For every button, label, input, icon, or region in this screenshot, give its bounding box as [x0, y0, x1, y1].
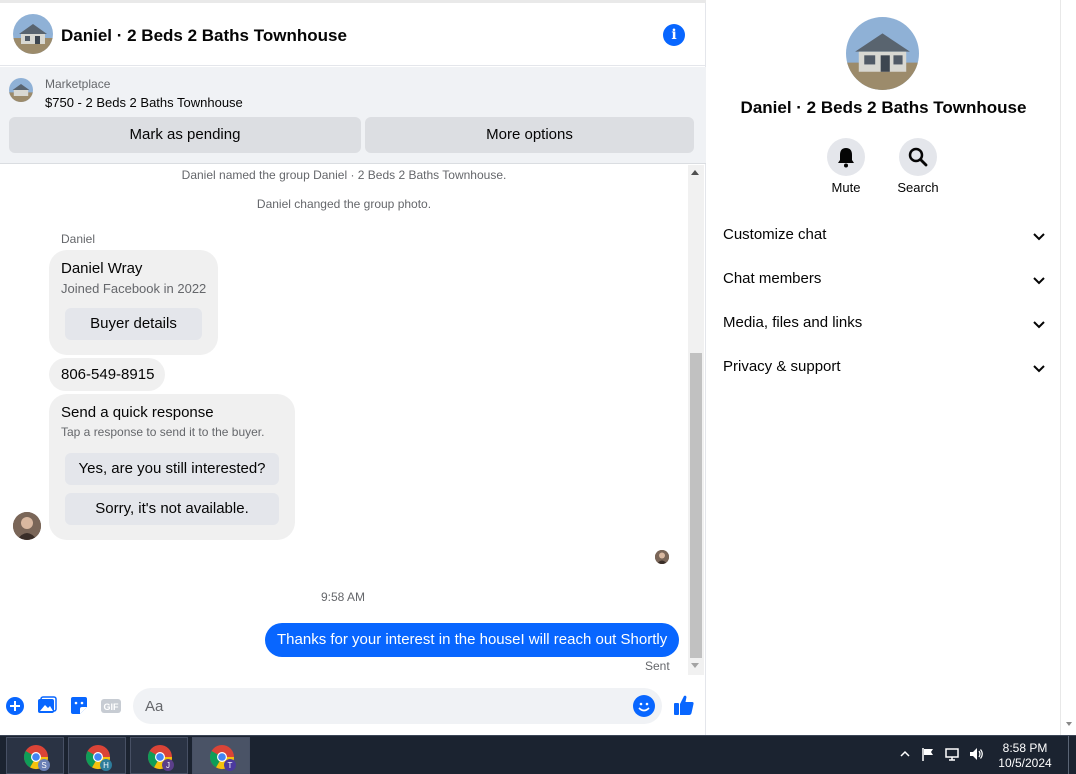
- message-list: Daniel named the group Daniel · 2 Beds 2…: [0, 165, 688, 675]
- marketplace-label: Marketplace: [45, 77, 111, 91]
- scroll-thumb[interactable]: [690, 353, 702, 658]
- taskbar-chrome-profile[interactable]: J: [130, 737, 188, 774]
- chat-header: Daniel · 2 Beds 2 Baths Townhouse i: [0, 3, 706, 66]
- media-files-links-section[interactable]: Media, files and links: [723, 314, 1047, 338]
- search-label: Search: [897, 180, 939, 195]
- network-icon[interactable]: [944, 746, 960, 762]
- section-label: Customize chat: [723, 226, 827, 243]
- chat-panel: Daniel · 2 Beds 2 Baths Townhouse i Mark…: [0, 0, 706, 735]
- taskbar-chrome-profile[interactable]: H: [68, 737, 126, 774]
- sender-avatar[interactable]: [13, 512, 41, 540]
- group-photo[interactable]: [846, 17, 919, 90]
- windows-taskbar: S H J T 8:58 PM 10/5/2024: [0, 735, 1076, 774]
- messenger-window: Daniel · 2 Beds 2 Baths Townhouse i Mark…: [0, 0, 1076, 774]
- conversation-info-panel: Daniel · 2 Beds 2 Baths Townhouse Mute S…: [707, 0, 1060, 735]
- page-scrollbar[interactable]: [1060, 0, 1076, 735]
- chrome-icon: T: [209, 745, 236, 771]
- scroll-down-arrow[interactable]: [691, 663, 699, 668]
- outgoing-message[interactable]: Thanks for your interest in the houseI w…: [265, 623, 679, 657]
- composer: GIF: [0, 680, 706, 732]
- profile-badge: T: [228, 761, 233, 770]
- mute-button[interactable]: [827, 138, 865, 176]
- volume-icon[interactable]: [968, 746, 984, 762]
- like-icon[interactable]: [673, 694, 695, 716]
- scroll-up-arrow[interactable]: [691, 170, 699, 175]
- quick-response-button[interactable]: Sorry, it's not available.: [65, 493, 279, 525]
- clock-date: 10/5/2024: [998, 756, 1052, 770]
- message-input-wrapper: [133, 688, 662, 724]
- bell-icon: [838, 148, 854, 168]
- profile-badge: J: [166, 761, 170, 770]
- search-icon: [908, 147, 928, 167]
- system-message: Daniel changed the group photo.: [256, 197, 432, 211]
- message-scrollbar[interactable]: [688, 165, 704, 675]
- clock-time: 8:58 PM: [1002, 741, 1048, 755]
- chat-title[interactable]: Daniel · 2 Beds 2 Baths Townhouse: [61, 26, 347, 46]
- gif-label: GIF: [104, 702, 120, 712]
- group-title: Daniel · 2 Beds 2 Baths Townhouse: [740, 98, 1027, 117]
- seen-avatar: [655, 550, 669, 564]
- chevron-down-icon: [1033, 365, 1045, 373]
- message-input[interactable]: [145, 696, 615, 716]
- tray-expand-icon[interactable]: [897, 746, 913, 762]
- phone-message[interactable]: 806-549-8915: [49, 358, 165, 391]
- more-options-button[interactable]: More options: [365, 117, 694, 153]
- taskbar-chrome-profile[interactable]: S: [6, 737, 64, 774]
- plus-icon[interactable]: [5, 696, 25, 716]
- taskbar-chrome-profile-active[interactable]: T: [192, 737, 250, 774]
- privacy-support-section[interactable]: Privacy & support: [723, 358, 1047, 382]
- search-button[interactable]: [899, 138, 937, 176]
- sticker-icon[interactable]: [69, 696, 89, 716]
- chrome-icon: J: [147, 745, 174, 771]
- delivery-status: Sent: [645, 659, 670, 673]
- customize-chat-section[interactable]: Customize chat: [723, 226, 1047, 250]
- mute-label: Mute: [831, 180, 861, 195]
- emoji-icon[interactable]: [633, 695, 655, 717]
- section-label: Chat members: [723, 270, 822, 287]
- photo-icon[interactable]: [37, 696, 57, 716]
- quick-response-subtitle: Tap a response to send it to the buyer.: [61, 425, 265, 439]
- show-desktop-button[interactable]: [1068, 736, 1076, 774]
- buyer-joined: Joined Facebook in 2022: [61, 281, 207, 296]
- chrome-icon: S: [23, 745, 50, 771]
- scroll-down-arrow[interactable]: [1066, 722, 1072, 726]
- chevron-down-icon: [1033, 233, 1045, 241]
- mark-as-pending-button[interactable]: Mark as pending: [9, 117, 361, 153]
- info-icon[interactable]: i: [663, 24, 685, 46]
- chevron-down-icon: [1033, 277, 1045, 285]
- buyer-details-button[interactable]: Buyer details: [65, 308, 202, 340]
- profile-badge: H: [103, 761, 109, 770]
- section-label: Privacy & support: [723, 358, 841, 375]
- listing-title[interactable]: $750 - 2 Beds 2 Baths Townhouse: [45, 95, 243, 110]
- flag-icon[interactable]: [920, 746, 936, 762]
- quick-response-card: Send a quick response Tap a response to …: [49, 394, 295, 540]
- system-clock[interactable]: 8:58 PM 10/5/2024: [990, 741, 1060, 771]
- chat-members-section[interactable]: Chat members: [723, 270, 1047, 294]
- sender-name: Daniel: [61, 232, 96, 246]
- quick-response-button[interactable]: Yes, are you still interested?: [65, 453, 279, 485]
- section-label: Media, files and links: [723, 314, 863, 331]
- system-message: Daniel named the group Daniel · 2 Beds 2…: [181, 168, 507, 182]
- buyer-name: Daniel Wray: [61, 260, 143, 277]
- gif-icon[interactable]: GIF: [101, 696, 121, 716]
- buyer-profile-card: Daniel Wray Joined Facebook in 2022 Buye…: [49, 250, 218, 355]
- phone-number: 806-549-8915: [61, 366, 155, 383]
- profile-badge: S: [41, 761, 46, 770]
- quick-response-title: Send a quick response: [61, 404, 214, 421]
- chrome-icon: H: [85, 745, 112, 771]
- listing-thumbnail[interactable]: [9, 78, 33, 102]
- chevron-down-icon: [1033, 321, 1045, 329]
- message-timestamp: 9:58 AM: [320, 590, 366, 604]
- marketplace-banner: Marketplace $750 - 2 Beds 2 Baths Townho…: [0, 67, 706, 164]
- group-avatar[interactable]: [13, 14, 53, 54]
